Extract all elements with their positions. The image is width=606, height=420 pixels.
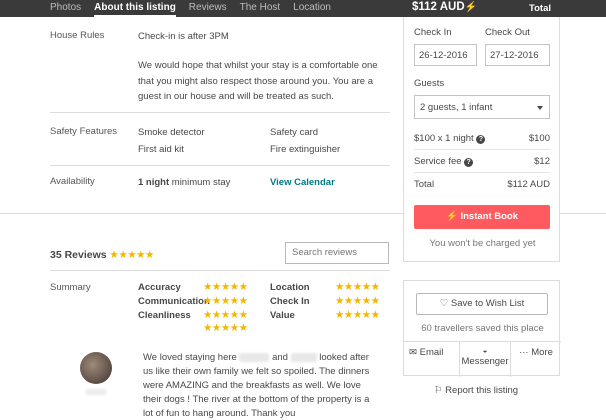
service-fee-label: Service fee (414, 156, 462, 167)
rating-label-location: Location (270, 282, 310, 293)
rating-label-value: Value (270, 310, 295, 321)
rating-label-checkin: Check In (270, 296, 310, 307)
flag-icon: ⚐ (434, 385, 443, 396)
guests-value: 2 guests, 1 infant (420, 102, 493, 113)
house-rules-text: We would hope that whilst your stay is a… (138, 60, 378, 102)
minimum-stay-rest: minimum stay (169, 177, 231, 188)
lightning-icon: ⚡ (445, 211, 458, 222)
nav-tab-about[interactable]: About this listing (94, 0, 176, 17)
house-rules-label: House Rules (50, 30, 105, 41)
save-to-wishlist-button[interactable]: ♡ Save to Wish List (416, 293, 548, 315)
checkout-date-input[interactable]: 27-12-2016 (485, 44, 550, 66)
rating-stars-accuracy: ★★★★★ (203, 281, 248, 293)
share-more-label: More (531, 347, 553, 358)
divider (414, 149, 550, 150)
divider (50, 112, 390, 113)
nav-tab-reviews[interactable]: Reviews (189, 0, 227, 17)
summary-label: Summary (50, 282, 91, 293)
total-line: Total $112 AUD (414, 179, 550, 190)
save-to-wishlist-label: Save to Wish List (450, 298, 525, 309)
nav-tab-photos[interactable]: Photos (50, 0, 81, 17)
safety-item-first-aid: First aid kit (138, 144, 184, 155)
reviews-header: 35 Reviews ★★★★★ (50, 249, 154, 261)
instant-book-label: Instant Book (460, 211, 518, 222)
minimum-stay: 1 night minimum stay (138, 176, 230, 190)
divider (50, 270, 390, 271)
service-fee-line: Service fee ? $12 (414, 156, 550, 167)
rating-label-communication: Communication (138, 296, 210, 307)
share-email-button[interactable]: ✉ Email (404, 342, 459, 377)
share-row: ✉ Email ◒ Messenger ··· More (404, 341, 561, 377)
rating-stars-location: ★★★★★ (335, 281, 380, 293)
envelope-icon: ✉ (409, 347, 417, 358)
charge-note: You won't be charged yet (429, 238, 536, 249)
share-email-label: Email (419, 347, 444, 358)
wishlist-panel: ♡ Save to Wish List 60 travellers saved … (403, 280, 561, 377)
redacted-name (239, 352, 270, 362)
rating-label-accuracy: Accuracy (138, 282, 181, 293)
safety-label: Safety Features (50, 126, 118, 137)
guests-label: Guests (414, 78, 445, 89)
rating-label-cleanliness: Cleanliness (138, 310, 191, 321)
safety-item-safety-card: Safety card (270, 127, 319, 138)
reviewer-avatar[interactable] (80, 352, 112, 384)
nightly-price: $112 AUD⚡ (412, 1, 477, 13)
nightly-price-value: $112 AUD (412, 1, 465, 13)
booking-panel: Check In Check Out 26-12-2016 27-12-2016… (403, 17, 560, 262)
nav-tab-host[interactable]: The Host (240, 0, 281, 17)
listing-nav-items: Photos About this listing Reviews The Ho… (50, 0, 331, 17)
nightly-line-label: $100 x 1 night (414, 133, 474, 144)
rating-stars-communication: ★★★★★ (203, 295, 248, 307)
minimum-stay-nights: 1 night (138, 177, 170, 188)
heart-icon: ♡ (439, 298, 449, 309)
nav-tab-location[interactable]: Location (293, 0, 331, 17)
instant-book-button[interactable]: ⚡ Instant Book (414, 205, 550, 229)
checkin-rule: Check-in is after 3PM (138, 31, 229, 42)
nightly-line-amount: $100 (528, 133, 550, 144)
total-line-amount: $112 AUD (507, 179, 550, 190)
report-listing-label: Report this listing (445, 385, 519, 396)
divider (414, 172, 550, 173)
report-listing-link[interactable]: ⚐ Report this listing (434, 385, 518, 396)
checkout-label: Check Out (485, 27, 530, 38)
reviewer-name-blurred (86, 389, 106, 395)
share-messenger-label: Messenger (461, 356, 509, 367)
lightning-icon: ⚡ (464, 2, 478, 13)
redacted-name (290, 352, 317, 362)
help-icon[interactable]: ? (464, 158, 474, 167)
reviews-count: 35 Reviews (50, 249, 107, 261)
service-fee-amount: $12 (534, 156, 550, 167)
availability-label: Availability (50, 176, 95, 187)
share-more-button[interactable]: ··· More (510, 342, 561, 377)
safety-item-smoke-detector: Smoke detector (138, 127, 205, 138)
total-line-label: Total (414, 179, 435, 190)
price-period-label: Total (529, 3, 551, 14)
price-header: $112 AUD⚡ Total (403, 0, 560, 17)
divider (50, 165, 390, 166)
safety-item-fire-extinguisher: Fire extinguisher (270, 144, 341, 155)
rating-stars-extra: ★★★★★ (203, 322, 248, 334)
saved-count-note: 60 travellers saved this place (421, 323, 544, 334)
checkin-date-input[interactable]: 26-12-2016 (414, 44, 477, 66)
reviews-overall-stars: ★★★★★ (109, 249, 154, 261)
guests-select[interactable]: 2 guests, 1 infant (414, 95, 550, 119)
rating-stars-checkin: ★★★★★ (335, 295, 380, 307)
rating-stars-cleanliness: ★★★★★ (203, 309, 248, 321)
chevron-down-icon (537, 106, 543, 110)
view-calendar-link[interactable]: View Calendar (270, 176, 335, 190)
messenger-icon: ◒ (482, 346, 488, 355)
help-icon[interactable]: ? (476, 135, 486, 144)
search-reviews-input[interactable]: Search reviews (285, 242, 389, 264)
review-text-part2: and (272, 352, 288, 363)
rating-stars-value: ★★★★★ (335, 309, 380, 321)
nightly-line: $100 x 1 night ? $100 (414, 133, 550, 144)
ellipsis-icon: ··· (519, 347, 529, 358)
share-messenger-button[interactable]: ◒ Messenger (459, 342, 510, 377)
review-text-part1: We loved staying here (143, 352, 237, 363)
review-text: We loved staying here and looked after u… (143, 351, 378, 420)
checkin-label: Check In (414, 27, 452, 38)
